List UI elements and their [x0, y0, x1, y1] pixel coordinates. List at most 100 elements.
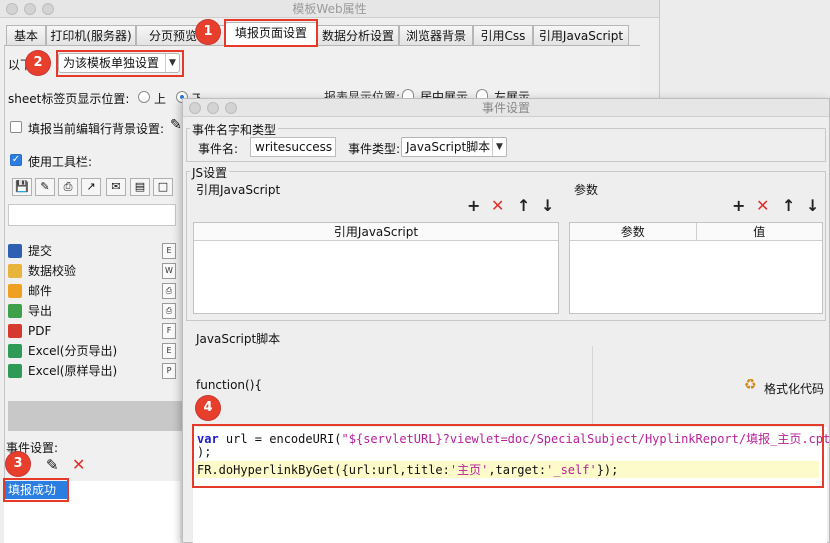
printer-icon: ⎙	[162, 303, 176, 319]
list-item-label: Excel(分页导出)	[28, 344, 118, 358]
brush-icon[interactable]: ✎	[170, 117, 182, 133]
delete-icon[interactable]: ✕	[756, 198, 769, 214]
tab-javascript[interactable]: 引用JavaScript	[533, 25, 629, 46]
list-item[interactable]: Excel(原样导出)	[8, 361, 176, 381]
sheet-top-radio[interactable]	[138, 91, 150, 103]
toolbar-checkbox[interactable]: ✓	[10, 154, 22, 166]
ref-js-column-header: 引用JavaScript	[333, 225, 419, 239]
table-header: 引用JavaScript	[194, 223, 558, 241]
printer-icon[interactable]: ⎙	[58, 178, 78, 196]
excel-icon	[8, 364, 22, 378]
list-item-label: Excel(原样导出)	[28, 364, 118, 378]
list-item-label: 导出	[28, 304, 53, 318]
broom-icon[interactable]: ♻	[744, 377, 757, 393]
sheet-position-label: sheet标签页显示位置:	[8, 92, 130, 106]
list-item[interactable]: Excel(分页导出)	[8, 341, 176, 361]
ref-js-label: 引用JavaScript	[196, 183, 281, 197]
layout-icon[interactable]: ▤	[130, 178, 150, 196]
edit-icon[interactable]: ✎	[46, 456, 59, 474]
annotation-box-event	[3, 478, 69, 502]
zoom-dot[interactable]	[225, 102, 237, 114]
event-type-value: JavaScript脚本	[406, 140, 491, 154]
step-badge-3: 3	[6, 452, 30, 476]
function-text: function(){	[196, 378, 263, 392]
arrow-down-icon[interactable]: ↓	[806, 198, 819, 214]
tab-css[interactable]: 引用Css	[473, 25, 533, 46]
mail-icon	[8, 284, 22, 298]
event-name-input[interactable]: writesuccess	[250, 137, 336, 157]
tab-basic[interactable]: 基本	[6, 25, 46, 46]
list-item[interactable]: 导出	[8, 301, 176, 321]
minimize-dot[interactable]	[24, 3, 36, 15]
js-settings-title: JS设置	[190, 164, 230, 181]
list-item-label: 提交	[28, 244, 53, 258]
arrow-down-icon[interactable]: ↓	[541, 198, 554, 214]
tab-browser-background[interactable]: 浏览器背景	[399, 25, 473, 46]
tab-data-analysis[interactable]: 数据分析设置	[317, 25, 399, 46]
pdf-icon: P	[162, 363, 176, 379]
param-column-header: 参数	[570, 223, 697, 240]
list-item-label: 数据校验	[28, 264, 77, 278]
flash-icon: F	[162, 323, 176, 339]
scroll-area	[8, 401, 184, 431]
name-type-group-title: 事件名字和类型	[190, 121, 279, 138]
list-item[interactable]: 提交	[8, 241, 176, 261]
annotation-box-tab	[224, 19, 318, 47]
step-badge-4: 4	[196, 396, 220, 420]
annotation-box-select	[56, 50, 184, 77]
dialog-titlebar: 事件设置	[183, 99, 829, 117]
event-type-select[interactable]: JavaScript脚本 ▼	[401, 137, 507, 157]
list-item[interactable]: 数据校验	[8, 261, 176, 281]
toolbar-checkbox-label: 使用工具栏:	[28, 155, 93, 169]
minimize-dot[interactable]	[207, 102, 219, 114]
param-table: 参数 值	[569, 222, 823, 314]
event-type-label: 事件类型:	[348, 142, 401, 156]
report-left-radio[interactable]	[476, 89, 488, 98]
export-icon	[8, 304, 22, 318]
script-label: JavaScript脚本	[196, 332, 281, 346]
value-column-header: 值	[753, 225, 766, 239]
save-icon[interactable]: 💾	[12, 178, 32, 196]
list-item-label: 邮件	[28, 284, 53, 298]
delete-icon[interactable]: ✕	[72, 455, 85, 474]
window-titlebar: 模板Web属性	[0, 0, 659, 18]
tab-printer[interactable]: 打印机(服务器)	[46, 25, 136, 46]
bg-setting-checkbox[interactable]	[10, 121, 22, 133]
mail-icon[interactable]: ✉	[106, 178, 126, 196]
bg-setting-label: 填报当前编辑行背景设置:	[28, 122, 165, 136]
arrow-up-icon[interactable]: ↑	[782, 198, 795, 214]
word-icon: W	[162, 263, 176, 279]
list-item-label: PDF	[28, 324, 52, 338]
add-icon[interactable]: +	[732, 198, 745, 214]
list-item[interactable]: PDF	[8, 321, 176, 341]
report-center-label: 居中展示	[420, 90, 469, 98]
arrow-up-icon[interactable]: ↑	[517, 198, 530, 214]
event-name-label: 事件名:	[198, 142, 239, 156]
dialog-title: 事件设置	[481, 101, 530, 115]
annotation-box-code	[192, 424, 824, 488]
toolbar-preview-field	[8, 204, 176, 226]
add-icon[interactable]: +	[467, 198, 480, 214]
export-icon[interactable]: ↗	[81, 178, 101, 196]
submit-icon	[8, 244, 22, 258]
check-pen-icon[interactable]: ✎	[35, 178, 55, 196]
param-label: 参数	[574, 183, 599, 197]
report-left-label: 左展示	[494, 90, 531, 98]
pdf-icon	[8, 324, 22, 338]
pencil-icon	[8, 264, 22, 278]
close-dot[interactable]	[189, 102, 201, 114]
delete-icon[interactable]: ✕	[491, 198, 504, 214]
zoom-dot[interactable]	[42, 3, 54, 15]
ref-js-table: 引用JavaScript	[193, 222, 559, 314]
list-item[interactable]: 邮件	[8, 281, 176, 301]
excel-icon	[8, 344, 22, 358]
step-badge-1: 1	[196, 20, 220, 44]
printer-icon: ⎙	[162, 283, 176, 299]
format-code-button[interactable]: 格式化代码	[764, 380, 824, 397]
close-dot[interactable]	[6, 3, 18, 15]
step-badge-2: 2	[26, 51, 50, 75]
window-icon[interactable]: □	[153, 178, 173, 196]
sheet-top-label: 上	[154, 92, 167, 106]
table-header: 参数 值	[570, 223, 822, 241]
report-center-radio[interactable]	[402, 89, 414, 98]
